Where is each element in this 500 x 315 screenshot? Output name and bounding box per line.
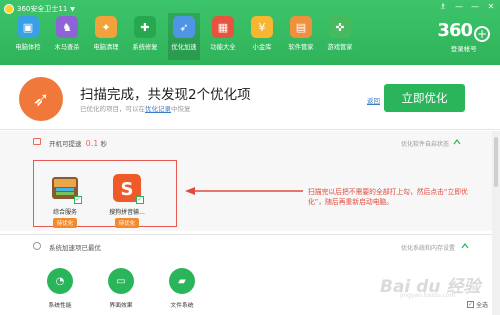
rocket-icon: ➶ (19, 77, 63, 121)
nav-item-checkup[interactable]: ▣ 电脑体检 (12, 16, 44, 60)
skin-icon[interactable]: ♗ (438, 2, 448, 11)
shield-icon: ✚ (134, 16, 156, 38)
folder-icon: ▰ (169, 268, 195, 294)
nav-item-software[interactable]: ▤ 软件管家 (285, 16, 317, 60)
menu-icon[interactable]: — (454, 2, 464, 11)
history-link[interactable]: 优化记录 (145, 105, 171, 113)
wallet-icon: ✓ (50, 173, 82, 204)
annotation-text: 扫描完以后把不需要的全部打上勾，然后点击“立即优化”，随后再重新启动电脑。 (308, 188, 468, 206)
chevron-up-icon[interactable] (453, 138, 461, 146)
title-bar: 360安全卫士11 ▼ (4, 3, 75, 15)
minimize-icon[interactable]: — (470, 2, 480, 11)
window-controls: ♗ — — ✕ (438, 2, 496, 11)
close-icon[interactable]: ✕ (486, 2, 496, 11)
checkbox[interactable]: ✓ (467, 301, 474, 308)
scrollbar[interactable] (492, 131, 500, 315)
nav-item-games[interactable]: ✜ 游戏管家 (324, 16, 356, 60)
login-area[interactable]: 360 + 登录帐号 (437, 20, 490, 53)
scan-summary: ➶ 扫描完成，共发现2个优化项 已优化的项目，可以在优化记录中恢复 返回 立即优… (0, 65, 500, 130)
status-badge[interactable]: 待优化 (52, 218, 78, 228)
system-item-performance[interactable]: ◔ 系统性能 (37, 268, 83, 309)
monitor-icon: ▭ (108, 268, 134, 294)
system-section-hint: 优化系统和内存设置 (400, 245, 455, 252)
chevron-down-icon[interactable]: ▼ (70, 6, 75, 13)
svg-text:S: S (121, 179, 134, 200)
nav-item-vault[interactable]: ¥ 小金库 (246, 16, 278, 60)
rocket-icon: ➶ (173, 16, 195, 38)
plus-icon: + (474, 25, 490, 42)
app-title: 360安全卫士11 (17, 5, 68, 13)
checkbox[interactable]: ✓ (136, 196, 144, 204)
app-item-service[interactable]: ✓ 综合服务 待优化 (40, 173, 90, 228)
summary-title: 扫描完成，共发现2个优化项 (80, 87, 251, 103)
main-nav: ▣ 电脑体检 ♞ 木马查杀 ✦ 电脑清理 ✚ 系统修复 ➶ 优化加速 ▦ 功能大… (12, 13, 363, 60)
select-all-checkbox[interactable]: ✓ 全选 (467, 300, 488, 309)
startup-section-hint: 优化软件自启状态 (400, 141, 449, 148)
gear-icon (33, 242, 41, 250)
system-section-label: 系统加速项已最优 (49, 244, 101, 252)
nav-item-cleanup[interactable]: ✦ 电脑清理 (90, 16, 122, 60)
scrollbar-thumb[interactable] (494, 137, 498, 187)
monitor-icon: ▣ (17, 16, 39, 38)
system-item-interface[interactable]: ▭ 界面效果 (98, 268, 144, 309)
startup-speed-label: 开机可提速 0.1 秒 (49, 139, 107, 148)
apps-icon: ▤ (290, 16, 312, 38)
nav-item-trojan[interactable]: ♞ 木马查杀 (51, 16, 83, 60)
brand-logo: 360 + (437, 20, 490, 42)
optimize-now-button[interactable]: 立即优化 (384, 84, 465, 112)
watermark-url: jingyan.baidu.com (400, 292, 456, 299)
status-badge[interactable]: 待优化 (114, 218, 140, 228)
return-link[interactable]: 返回 (367, 95, 380, 105)
nav-item-speedup[interactable]: ➶ 优化加速 (168, 13, 200, 60)
chevron-up-icon[interactable] (461, 242, 469, 250)
monitor-icon (33, 138, 41, 145)
checkbox[interactable]: ✓ (74, 196, 82, 204)
app-item-sogou[interactable]: S ✓ 搜狗拼音输... 待优化 (102, 173, 152, 228)
gamepad-icon: ✜ (329, 16, 351, 38)
coin-icon: ¥ (251, 16, 273, 38)
horse-icon: ♞ (56, 16, 78, 38)
nav-item-repair[interactable]: ✚ 系统修复 (129, 16, 161, 60)
system-item-filesystem[interactable]: ▰ 文件系统 (159, 268, 205, 309)
gauge-icon: ◔ (47, 268, 73, 294)
top-header: 360安全卫士11 ▼ ♗ — — ✕ ▣ 电脑体检 ♞ 木马查杀 ✦ 电脑清理… (0, 0, 500, 65)
broom-icon: ✦ (95, 16, 117, 38)
grid-icon: ▦ (212, 16, 234, 38)
summary-subtitle: 已优化的项目，可以在优化记录中恢复 (80, 105, 191, 113)
sogou-icon: S ✓ (112, 173, 144, 204)
nav-item-features[interactable]: ▦ 功能大全 (207, 16, 239, 60)
startup-section-header: 开机可提速 0.1 秒 优化软件自启状态 (0, 131, 492, 151)
annotation-arrow (185, 187, 303, 195)
login-link[interactable]: 登录帐号 (437, 43, 490, 53)
app-logo-icon (4, 4, 14, 14)
startup-apps-box: ✓ 综合服务 待优化 S ✓ 搜狗拼音输... 待优化 (33, 160, 177, 228)
